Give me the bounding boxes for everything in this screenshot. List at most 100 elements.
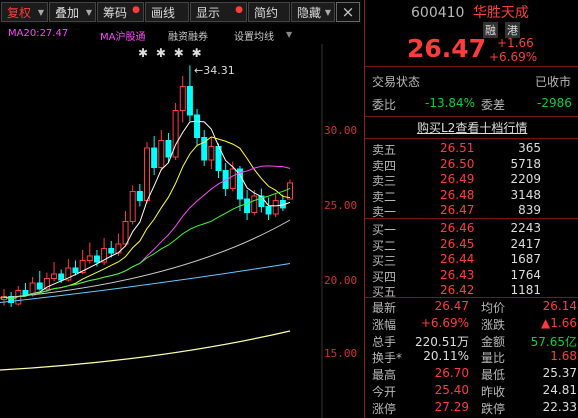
- weicha-label: 委差: [481, 98, 506, 112]
- stat-label: 均价: [481, 301, 506, 315]
- order-level-label: 卖五: [372, 143, 397, 157]
- ma60-line: [0, 263, 291, 303]
- order-level-label: 卖三: [372, 174, 397, 189]
- candle-body: [108, 248, 115, 254]
- l2-row: 购买L2查看十档行情: [365, 119, 578, 136]
- display-button[interactable]: 显示 ●: [190, 2, 247, 22]
- stock-name: 华胜天成: [472, 5, 529, 21]
- candle-body: [151, 147, 158, 168]
- overlay-label: 叠加: [55, 6, 80, 20]
- chevron-down-icon: ▼: [37, 8, 44, 17]
- order-level-label: 买二: [372, 238, 397, 253]
- stat-value: 24.81: [542, 383, 577, 397]
- sell-order-row[interactable]: 卖三 26.49 2209: [365, 172, 578, 189]
- candle-body: [158, 140, 165, 168]
- price-change: +1.66 +6.69%: [489, 36, 537, 64]
- margin-trading-link[interactable]: 融资融券: [168, 28, 208, 43]
- stat-row: 涨幅 +6.69% 涨跌 ▲1.66: [365, 316, 578, 333]
- stat-label: 换手*: [372, 351, 403, 366]
- stat-row: 总手 220.51万 金额 57.65亿: [365, 333, 578, 350]
- fuquan-button[interactable]: 复权 ▼: [1, 2, 48, 22]
- sell-order-row[interactable]: 卖五 26.51 365: [365, 141, 578, 158]
- ma120-line: [0, 330, 291, 371]
- candle-body: [186, 86, 193, 116]
- stat-label: 量比: [481, 351, 506, 366]
- change-percent: +6.69%: [489, 50, 538, 64]
- draw-line-button[interactable]: 画线: [145, 2, 189, 22]
- stat-value: 220.51万: [415, 334, 469, 349]
- order-volume: 2209: [510, 172, 541, 187]
- l2-purchase-link[interactable]: 购买L2查看十档行情: [417, 119, 527, 136]
- stat-label: 最高: [372, 368, 397, 383]
- overlay-button[interactable]: 叠加 ▼: [49, 2, 96, 22]
- status-label: 交易状态: [372, 75, 421, 89]
- kline-chart[interactable]: ✱ ✱ ✱ ✱ 30.00 25.00 20.00 15.00 ←34.31: [0, 44, 362, 418]
- stat-value: 1.68: [550, 349, 577, 364]
- candle-body: [58, 273, 65, 281]
- divider: [365, 66, 578, 67]
- stat-value: 57.65亿: [530, 334, 577, 349]
- order-level-label: 买四: [372, 269, 397, 284]
- stat-row: 最高 26.70 最低 25.37: [365, 366, 578, 383]
- high-price-value: 34.31: [203, 64, 235, 77]
- stat-label: 涨停: [372, 401, 397, 416]
- candle-body: [165, 140, 172, 158]
- chips-label: 筹码: [103, 6, 128, 20]
- order-volume: 1764: [510, 267, 541, 282]
- buy-order-row[interactable]: 买二 26.45 2417: [365, 237, 578, 254]
- order-price: 26.47: [440, 203, 475, 218]
- order-ratio-row: 委比 -13.84% 委差 -2986: [365, 96, 578, 113]
- quote-panel: 600410 华胜天成 融 港 26.47 +1.66 +6.69% 交易状态 …: [364, 0, 578, 418]
- chips-button[interactable]: 筹码 ●: [97, 2, 144, 22]
- stat-label: 涨跌: [481, 317, 506, 332]
- sell-order-row[interactable]: 卖二 26.48 3148: [365, 188, 578, 205]
- buy-order-row[interactable]: 买一 26.46 2243: [365, 221, 578, 238]
- buy-order-row[interactable]: 买四 26.43 1764: [365, 268, 578, 285]
- order-volume: 3148: [510, 187, 541, 202]
- kline-canvas: [0, 44, 323, 418]
- simple-button[interactable]: 简约: [248, 2, 290, 22]
- candle-body: [251, 195, 258, 213]
- close-button[interactable]: ×: [336, 2, 360, 22]
- weicha-value: -2986: [537, 96, 572, 110]
- candle-body: [93, 255, 100, 263]
- order-level-label: 买三: [372, 254, 397, 269]
- ma-legend: MA20:27.47 MA沪股通 融资融券 设置均线 ▼: [0, 26, 362, 43]
- chevron-down-icon: ▼: [324, 8, 331, 17]
- stat-value: 25.40: [434, 383, 469, 397]
- divider: [365, 138, 578, 139]
- candle-body: [51, 273, 58, 279]
- sell-order-row[interactable]: 卖四 26.50 5718: [365, 157, 578, 174]
- order-volume: 839: [518, 203, 541, 218]
- stat-row: 今开 25.40 昨收 24.81: [365, 383, 578, 400]
- stat-value: 26.70: [434, 366, 469, 381]
- trading-status-row: 交易状态 已收市: [365, 73, 578, 90]
- notify-dot-icon: ●: [132, 5, 140, 15]
- buy-order-row[interactable]: 买三 26.44 1687: [365, 252, 578, 269]
- stat-value: ▲1.66: [541, 315, 577, 330]
- candle-body: [179, 86, 186, 111]
- stat-label: 昨收: [481, 385, 506, 399]
- order-level-label: 卖二: [372, 189, 397, 204]
- candle-body: [136, 191, 143, 201]
- order-price: 26.49: [440, 172, 475, 187]
- order-price: 26.42: [440, 283, 475, 298]
- stat-value: 26.14: [542, 299, 577, 313]
- candle-body: [229, 168, 236, 189]
- candle-body: [22, 290, 29, 296]
- hide-button[interactable]: 隐藏 ▼: [291, 2, 335, 22]
- price-tick: 30.00: [324, 124, 358, 137]
- candle-body: [265, 206, 272, 215]
- order-price: 26.48: [440, 187, 475, 202]
- ma-extra-label[interactable]: MA沪股通: [100, 28, 145, 43]
- stat-label: 最新: [372, 301, 397, 315]
- candle-body: [244, 198, 251, 213]
- event-stars: ✱ ✱ ✱ ✱: [138, 46, 204, 60]
- order-volume: 2243: [510, 221, 541, 235]
- stat-label: 总手: [372, 334, 397, 349]
- ma-setting-link[interactable]: 设置均线: [234, 28, 274, 43]
- change-amount: +1.66: [497, 36, 534, 50]
- stat-label: 金额: [481, 334, 506, 349]
- notify-dot-icon: ●: [235, 5, 243, 15]
- stat-value: 22.33: [542, 399, 577, 414]
